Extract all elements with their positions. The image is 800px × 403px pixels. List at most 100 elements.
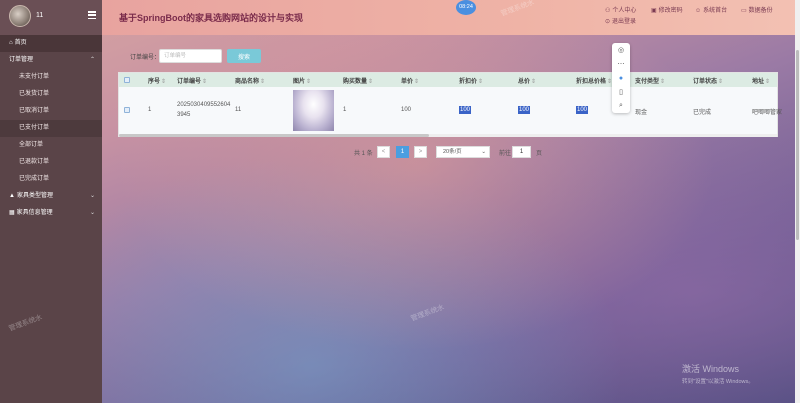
- cell-unit-price: 100: [401, 107, 412, 113]
- sidebar-subitem-label: 未支付订单: [19, 74, 50, 80]
- sidebar-subitem-unpaid[interactable]: 未支付订单: [0, 69, 102, 86]
- row-checkbox[interactable]: [124, 107, 130, 113]
- column-header[interactable]: 商品名称⇕: [235, 76, 265, 85]
- scrollbar-thumb[interactable]: [119, 134, 429, 137]
- top-header: 基于SpringBoot的家具选购网站的设计与实现 08:24 ⚇ 个人中心 ▣ 修…: [102, 0, 800, 35]
- column-header[interactable]: 图片⇕: [293, 76, 311, 85]
- system-home-label: 系统首台: [703, 8, 728, 14]
- column-header[interactable]: 序号⇕: [148, 76, 166, 85]
- sidebar-subitem-label: 已取消订单: [19, 108, 50, 114]
- sidebar-item-furniture-info[interactable]: ▦ 家具信息管理 ⌄: [0, 205, 102, 222]
- sidebar-subitem-refunded[interactable]: 已退款订单: [0, 154, 102, 171]
- sidebar-subitem-cancelled[interactable]: 已取消订单: [0, 103, 102, 120]
- sidebar-item-order-mgmt[interactable]: 订单管理 ⌃: [0, 52, 102, 69]
- column-header[interactable]: 订单状态⇕: [693, 76, 723, 85]
- table-header: 序号⇕ 订单编号⇕ 商品名称⇕ 图片⇕ 购买数量⇕ 单价⇕ 折扣价⇕ 总价⇕ 折…: [119, 73, 777, 87]
- home-icon: ⌂: [9, 40, 13, 46]
- horizontal-scrollbar[interactable]: [119, 134, 777, 137]
- avatar[interactable]: [9, 5, 31, 27]
- sidebar-item-furniture-type[interactable]: ▲ 家具类型管理 ⌄: [0, 188, 102, 205]
- column-header[interactable]: 折扣价⇕: [459, 76, 483, 85]
- column-header[interactable]: 地址⇕: [752, 76, 770, 85]
- column-header-label: 订单状态: [693, 79, 718, 85]
- search-icon[interactable]: ⌕: [616, 101, 626, 111]
- hide-icon[interactable]: ◎: [616, 46, 626, 56]
- page-number[interactable]: 1: [396, 146, 409, 158]
- furniture-type-icon: ▲: [9, 193, 15, 199]
- column-header[interactable]: 折扣总价格⇕: [576, 76, 612, 85]
- sort-icon: ⇕: [202, 79, 208, 85]
- column-header[interactable]: 订单编号⇕: [177, 76, 207, 85]
- user-icon: ⚇: [605, 8, 611, 14]
- column-header[interactable]: 购买数量⇕: [343, 76, 373, 85]
- sort-icon: ⇕: [368, 79, 374, 85]
- column-header[interactable]: 总价⇕: [518, 76, 536, 85]
- system-home-link[interactable]: ☺ 系统首台: [695, 5, 727, 14]
- backup-icon: ▭: [741, 8, 747, 14]
- sidebar-header: 11: [0, 0, 102, 35]
- sort-icon: ⇕: [765, 79, 771, 85]
- cell-address: 吧唧唧管家: [752, 110, 783, 116]
- cell-order-no-cont: 3945: [177, 112, 191, 118]
- select-all-checkbox[interactable]: [124, 77, 130, 83]
- sort-icon: ⇕: [260, 79, 266, 85]
- scrollbar-thumb[interactable]: [796, 50, 799, 240]
- column-header[interactable]: 支付类型⇕: [635, 76, 665, 85]
- table-row[interactable]: 1 2025030409552604 3945 11 1 100 100 100…: [119, 87, 782, 134]
- product-image[interactable]: [293, 90, 334, 131]
- orders-table: 序号⇕ 订单编号⇕ 商品名称⇕ 图片⇕ 购买数量⇕ 单价⇕ 折扣价⇕ 总价⇕ 折…: [118, 72, 782, 137]
- sidebar-subitem-label: 已完成订单: [19, 176, 50, 182]
- chevron-up-icon: ⌃: [89, 57, 95, 63]
- column-header-label: 购买数量: [343, 79, 368, 85]
- menu-toggle-icon[interactable]: [88, 11, 96, 20]
- cell-index: 1: [148, 107, 152, 113]
- logout-link[interactable]: ⊙ 退出登录: [605, 16, 636, 25]
- more-icon[interactable]: ⋯: [616, 60, 626, 70]
- chevron-down-icon: ⌄: [89, 210, 95, 216]
- sidebar-item-label: 家具信息管理: [16, 210, 53, 216]
- sidebar-subitem-label: 已支付订单: [19, 125, 50, 131]
- copy-icon[interactable]: ▯: [616, 88, 626, 98]
- lock-icon: ▣: [651, 8, 657, 14]
- change-password-link[interactable]: ▣ 修改密码: [651, 5, 683, 14]
- column-header-label: 商品名称: [235, 79, 260, 85]
- personal-center-link[interactable]: ⚇ 个人中心: [605, 5, 636, 14]
- sort-icon: ⇕: [306, 79, 312, 85]
- column-header-label: 折扣总价格: [576, 79, 607, 85]
- username: 11: [36, 12, 44, 19]
- search-button[interactable]: 搜索: [227, 49, 261, 63]
- sidebar-subitem-label: 全部订单: [19, 142, 44, 148]
- goto-page-input[interactable]: 1: [512, 146, 531, 158]
- browser-icon[interactable]: ●: [616, 74, 626, 84]
- cell-payment-type: 现金: [635, 110, 648, 116]
- page-size-select[interactable]: 20条/页 ⌄: [436, 146, 490, 158]
- logout-icon: ⊙: [605, 19, 611, 25]
- prev-page-button[interactable]: <: [377, 146, 390, 158]
- chevron-down-icon: ⌄: [89, 193, 95, 199]
- sort-icon: ⇕: [531, 79, 537, 85]
- column-header-label: 总价: [518, 79, 531, 85]
- sort-icon: ⇕: [414, 79, 420, 85]
- personal-center-label: 个人中心: [612, 8, 637, 14]
- sidebar-subitem-paid[interactable]: 已支付订单: [0, 120, 102, 137]
- cell-discount-total: 100: [576, 106, 589, 114]
- vertical-scrollbar[interactable]: [795, 0, 800, 403]
- activation-subtitle: 转到"设置"以激活 Windows。: [682, 379, 754, 385]
- furniture-info-icon: ▦: [9, 210, 15, 216]
- column-header[interactable]: 单价⇕: [401, 76, 419, 85]
- order-no-input[interactable]: [159, 49, 222, 63]
- sidebar-item-home[interactable]: ⌂ 首页: [0, 35, 102, 52]
- sidebar-subitem-all[interactable]: 全部订单: [0, 137, 102, 154]
- next-page-button[interactable]: >: [414, 146, 427, 158]
- column-header-label: 支付类型: [635, 79, 660, 85]
- sidebar-subitem-label: 已发货订单: [19, 91, 50, 97]
- column-header-label: 折扣价: [459, 79, 478, 85]
- windows-activation-notice: 激活 Windows 转到"设置"以激活 Windows。: [682, 362, 754, 385]
- column-header-label: 订单编号: [177, 79, 202, 85]
- home-icon: ☺: [695, 8, 702, 14]
- sidebar-subitem-shipped[interactable]: 已发货订单: [0, 86, 102, 103]
- sidebar-subitem-completed[interactable]: 已完成订单: [0, 171, 102, 188]
- sort-icon: ⇕: [161, 79, 167, 85]
- time-badge: 08:24: [456, 0, 476, 15]
- data-backup-link[interactable]: ▭ 数据备份: [741, 5, 773, 14]
